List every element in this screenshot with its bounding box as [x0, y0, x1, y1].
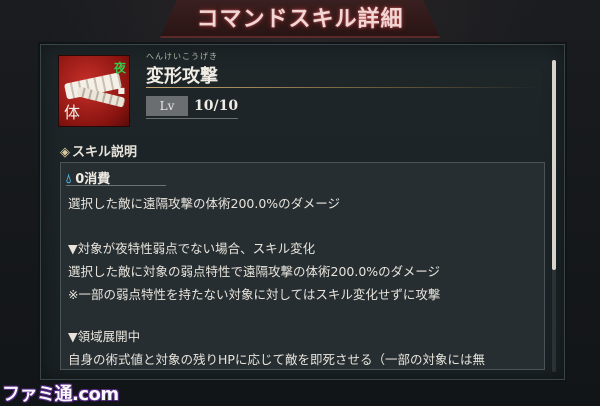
cost-divider [66, 185, 166, 186]
skill-name: 変形攻撃 [146, 66, 218, 87]
description-line: 選択した敵に対象の弱点特性で遠隔攻撃の体術200.0%のダメージ [68, 264, 441, 279]
description-line: ※一部の弱点特性を持たない対象に対してはスキル変化せずに攻撃 [68, 287, 441, 302]
skill-icon-marker: ■ [117, 86, 125, 95]
scrollbar-thumb[interactable] [552, 60, 556, 270]
skill-description-heading: ◈ スキル説明 [60, 141, 137, 160]
description-line: 選択した敵に遠隔攻撃の体術200.0%のダメージ [68, 196, 341, 211]
skill-icon: 夜 ■ 体 [58, 55, 130, 127]
diamond-icon: ◈ [60, 145, 70, 160]
section-label-text: スキル説明 [72, 145, 138, 160]
skill-type-icon: 体 [64, 103, 81, 122]
description-line: ▼対象が夜特性弱点でない場合、スキル変化 [68, 241, 316, 256]
skill-name-divider [146, 87, 541, 88]
level-label: Lv [146, 96, 188, 116]
description-line: ▼領域展開中 [68, 329, 141, 344]
level-value: 10/10 [194, 98, 239, 114]
level-divider [146, 118, 238, 119]
screen-title: コマンドスキル詳細 [196, 7, 404, 32]
description-line: 自身の術式値と対象の残りHPに応じて敵を即死させる（一部の対象には無 [68, 352, 485, 367]
watermark-logo: ファミ通.com [2, 384, 119, 405]
skill-name-ruby: へんけいこうげき [146, 52, 218, 61]
night-attribute-icon: 夜 [113, 61, 126, 75]
